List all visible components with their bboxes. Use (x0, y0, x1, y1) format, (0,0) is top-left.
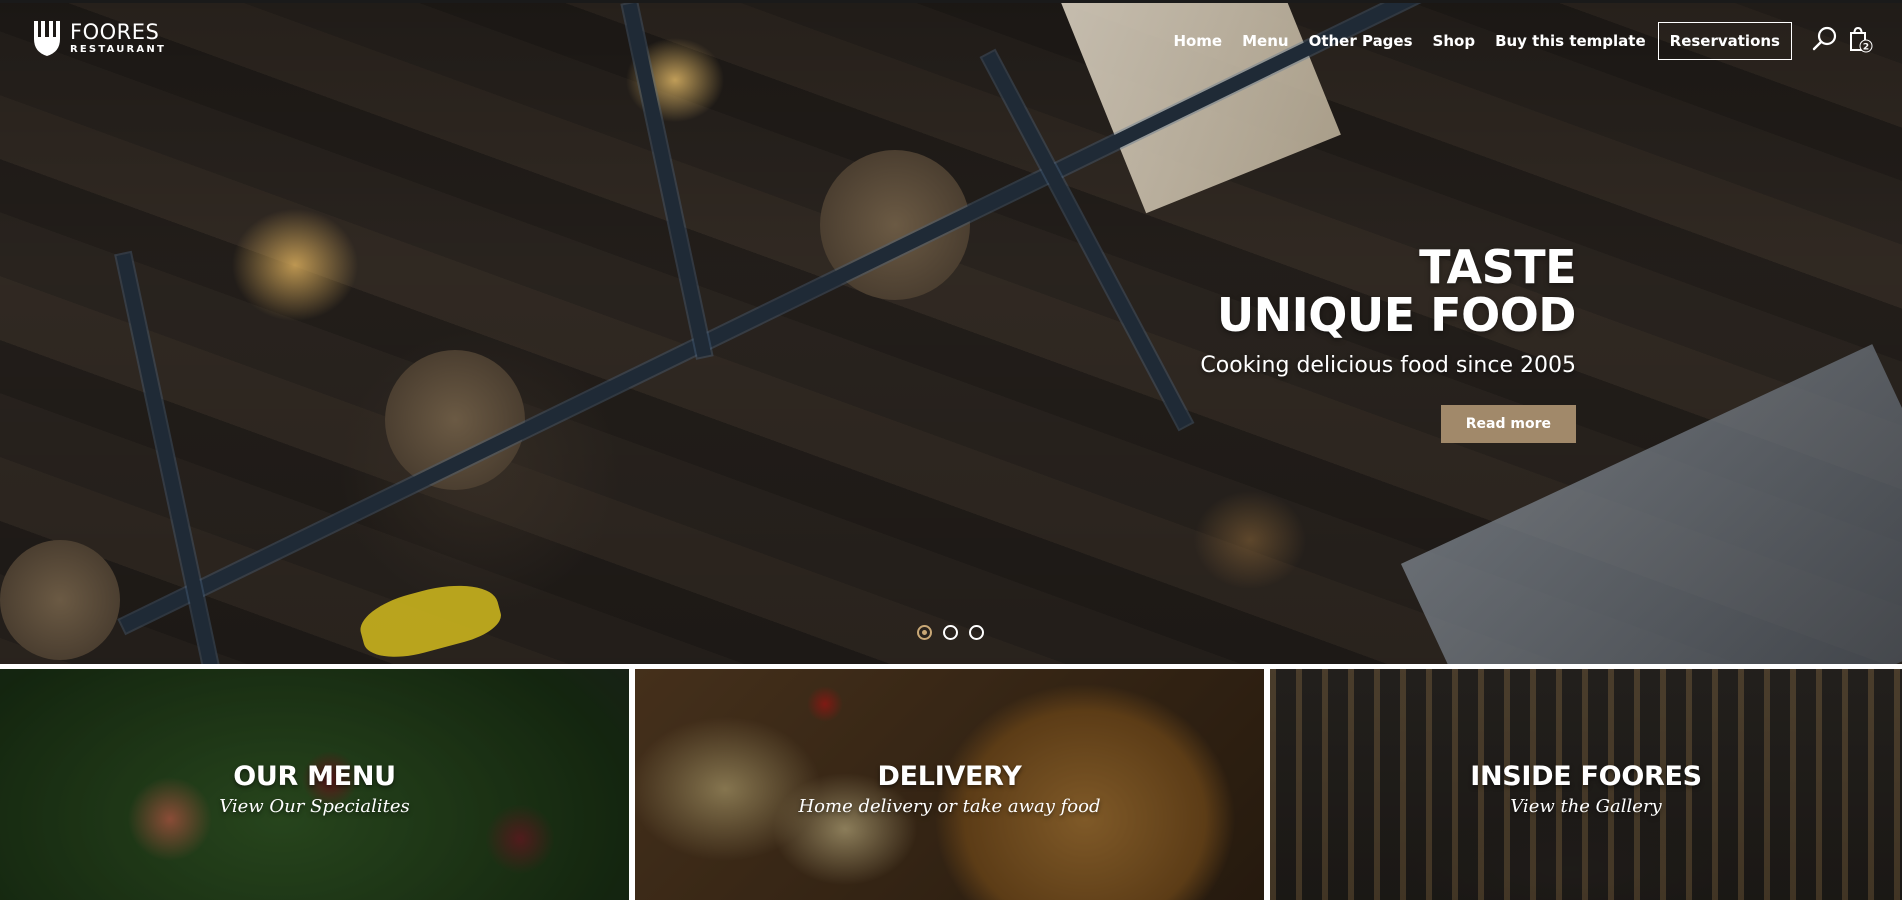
tile-title: DELIVERY (877, 761, 1022, 792)
slider-dot-1[interactable] (917, 625, 932, 640)
hero-caption: TASTE UNIQUE FOOD Cooking delicious food… (1200, 243, 1576, 443)
brand-name: FOORES (70, 19, 160, 44)
slider-dots (917, 625, 995, 640)
slider-dot-3[interactable] (969, 625, 984, 640)
tile-subtitle: View Our Specialites (219, 796, 410, 817)
tile-caption: OUR MENU View Our Specialites (0, 761, 629, 817)
hero-photo-table (0, 540, 120, 660)
hero-title-line1: TASTE (1419, 240, 1576, 294)
nav-menu[interactable]: Menu (1242, 32, 1288, 50)
tile-title: OUR MENU (233, 761, 396, 792)
nav-other-pages[interactable]: Other Pages (1309, 32, 1413, 50)
slider-dot-2[interactable] (943, 625, 958, 640)
hero-slider: TASTE UNIQUE FOOD Cooking delicious food… (0, 0, 1902, 664)
cart-icon[interactable]: 2 (1846, 25, 1874, 53)
tile-caption: DELIVERY Home delivery or take away food (635, 761, 1264, 817)
fork-shield-icon (32, 19, 62, 57)
nav-home[interactable]: Home (1173, 32, 1222, 50)
hero-title-line2: UNIQUE FOOD (1216, 288, 1577, 342)
tile-delivery[interactable]: DELIVERY Home delivery or take away food (635, 669, 1264, 900)
tile-our-menu[interactable]: OUR MENU View Our Specialites (0, 669, 629, 900)
tile-caption: INSIDE FOORES View the Gallery (1270, 761, 1902, 817)
tile-inside-foores[interactable]: INSIDE FOORES View the Gallery (1270, 669, 1902, 900)
tile-subtitle: View the Gallery (1510, 796, 1662, 817)
tile-title: INSIDE FOORES (1470, 761, 1702, 792)
hero-subtitle: Cooking delicious food since 2005 (1200, 353, 1576, 378)
hero-title: TASTE UNIQUE FOOD (1200, 240, 1577, 342)
nav-buy-template[interactable]: Buy this template (1495, 32, 1646, 50)
brand-text: FOORES RESTAURANT (70, 19, 166, 55)
main-nav: Home Menu Other Pages Shop Buy this temp… (1153, 22, 1792, 60)
brand-tagline: RESTAURANT (70, 43, 166, 55)
brand-logo[interactable]: FOORES RESTAURANT (32, 19, 166, 57)
nav-shop[interactable]: Shop (1433, 32, 1476, 50)
cart-count: 2 (1863, 43, 1869, 53)
reservations-button[interactable]: Reservations (1657, 22, 1792, 60)
search-icon[interactable] (1811, 25, 1839, 53)
promo-tiles: OUR MENU View Our Specialites DELIVERY H… (0, 669, 1902, 900)
hero-photo-detail (354, 572, 506, 664)
read-more-button[interactable]: Read more (1440, 405, 1576, 443)
tile-subtitle: Home delivery or take away food (798, 796, 1101, 817)
site-header: FOORES RESTAURANT Home Menu Other Pages … (0, 3, 1902, 73)
